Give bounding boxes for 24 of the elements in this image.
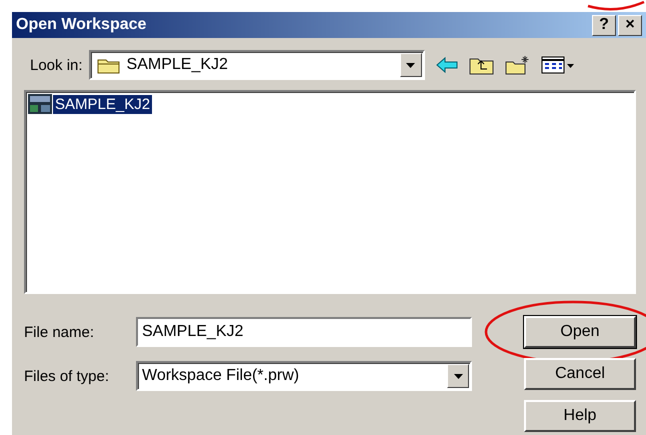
dialog-button[interactable]: Open [524, 316, 636, 348]
view-menu-icon[interactable] [540, 56, 575, 74]
caret-icon [406, 62, 416, 68]
file-type-label: Files of type: [24, 368, 110, 384]
file-type-value: Workspace File(*.prw) [142, 367, 300, 385]
close-button[interactable]: × [618, 14, 642, 36]
file-name: SAMPLE_KJ2 [53, 94, 152, 114]
dropdown-button[interactable] [400, 53, 422, 77]
dialog-button[interactable]: Help [524, 400, 636, 432]
dropdown-button[interactable] [447, 364, 469, 388]
look-in-value: SAMPLE_KJ2 [126, 56, 229, 74]
file-name-label: File name: [24, 324, 96, 340]
file-item[interactable]: SAMPLE_KJ2 [28, 94, 152, 114]
back-arrow-icon[interactable] [434, 56, 459, 74]
dialog-button[interactable]: Cancel [524, 358, 636, 390]
help-button[interactable]: ? [592, 14, 616, 36]
window-title: Open Workspace [16, 16, 148, 34]
caret-icon [454, 374, 462, 378]
workspace-icon [28, 94, 52, 114]
look-in-label: Look in: [30, 56, 83, 74]
new-folder-icon[interactable] [504, 55, 531, 75]
file-name-field[interactable]: SAMPLE_KJ2 [136, 317, 472, 347]
file-type-dropdown[interactable]: Workspace File(*.prw) [136, 361, 472, 391]
look-in-dropdown[interactable]: SAMPLE_KJ2 [88, 50, 425, 80]
